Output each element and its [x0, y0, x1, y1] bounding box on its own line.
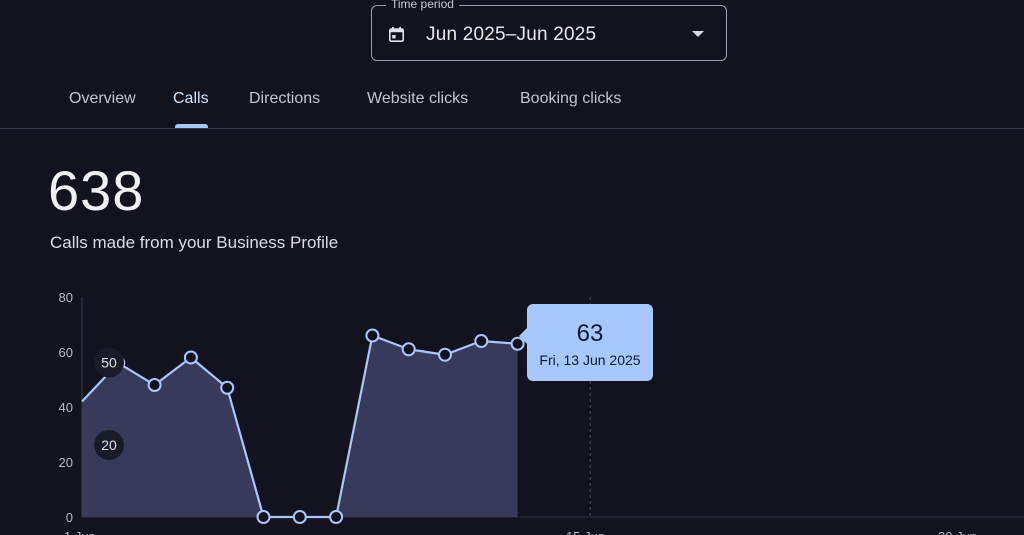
- series-area: [82, 335, 518, 517]
- y-tick-label: 60: [59, 345, 73, 360]
- data-point: [401, 342, 416, 357]
- chart-tooltip: 63 Fri, 13 Jun 2025: [519, 304, 653, 381]
- data-point: [292, 510, 307, 524]
- data-point: [256, 510, 271, 524]
- tooltip-value: 63: [576, 320, 604, 347]
- x-tick-label: 30 Jun: [938, 529, 977, 535]
- tooltip-date: Fri, 13 Jun 2025: [539, 352, 641, 368]
- y-tick-label: 40: [59, 400, 73, 415]
- data-point: [329, 510, 344, 524]
- y-tick-label: 20: [59, 455, 73, 470]
- data-point: [183, 350, 198, 365]
- data-point: [438, 347, 452, 362]
- y-tick-label: 0: [66, 510, 73, 525]
- x-tick-label: 15 Jun: [566, 529, 605, 535]
- data-point: [220, 380, 235, 395]
- y-tick-label: 80: [59, 290, 73, 305]
- data-point: [365, 328, 380, 343]
- value-badge-label: 50: [101, 355, 117, 371]
- calls-chart: 0 20 40 60 80 50 20 1 Jun 15 Jun 30 Jun: [59, 290, 1024, 535]
- data-point: [147, 378, 162, 392]
- data-point: [474, 334, 489, 348]
- x-tick-label: 1 Jun: [64, 529, 96, 535]
- value-badge-label: 20: [101, 437, 117, 453]
